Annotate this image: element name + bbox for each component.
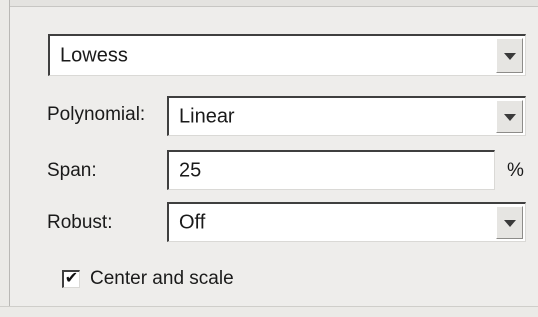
span-input[interactable]: 25	[167, 150, 495, 190]
robust-label: Robust:	[47, 212, 113, 233]
polynomial-dropdown[interactable]: Linear	[167, 96, 526, 136]
fit-method-dropdown[interactable]: Lowess	[48, 34, 526, 76]
chevron-down-icon	[503, 52, 516, 60]
chevron-down-icon	[503, 113, 516, 121]
robust-value: Off	[179, 211, 206, 233]
span-label: Span:	[47, 160, 97, 181]
robust-dropdown[interactable]: Off	[167, 202, 526, 242]
span-unit-label: %	[507, 160, 524, 181]
chevron-down-icon	[503, 219, 516, 227]
panel-left-border	[0, 0, 10, 316]
polynomial-dropdown-button[interactable]	[496, 100, 523, 133]
polynomial-label: Polynomial:	[47, 104, 146, 125]
robust-dropdown-button[interactable]	[496, 206, 523, 239]
polynomial-value: Linear	[179, 105, 235, 127]
fit-method-dropdown-button[interactable]	[496, 38, 523, 73]
center-and-scale-label[interactable]: Center and scale	[90, 268, 234, 290]
panel-bottom-border	[0, 306, 538, 317]
span-value: 25	[179, 159, 202, 181]
center-and-scale-checkbox[interactable]: ✔	[62, 270, 80, 288]
checkmark-icon: ✔	[64, 270, 79, 287]
panel-top-border	[0, 0, 538, 7]
fit-options-panel: Lowess Polynomial: Linear Span: 25 % Rob…	[0, 0, 538, 317]
fit-method-value: Lowess	[60, 44, 128, 66]
